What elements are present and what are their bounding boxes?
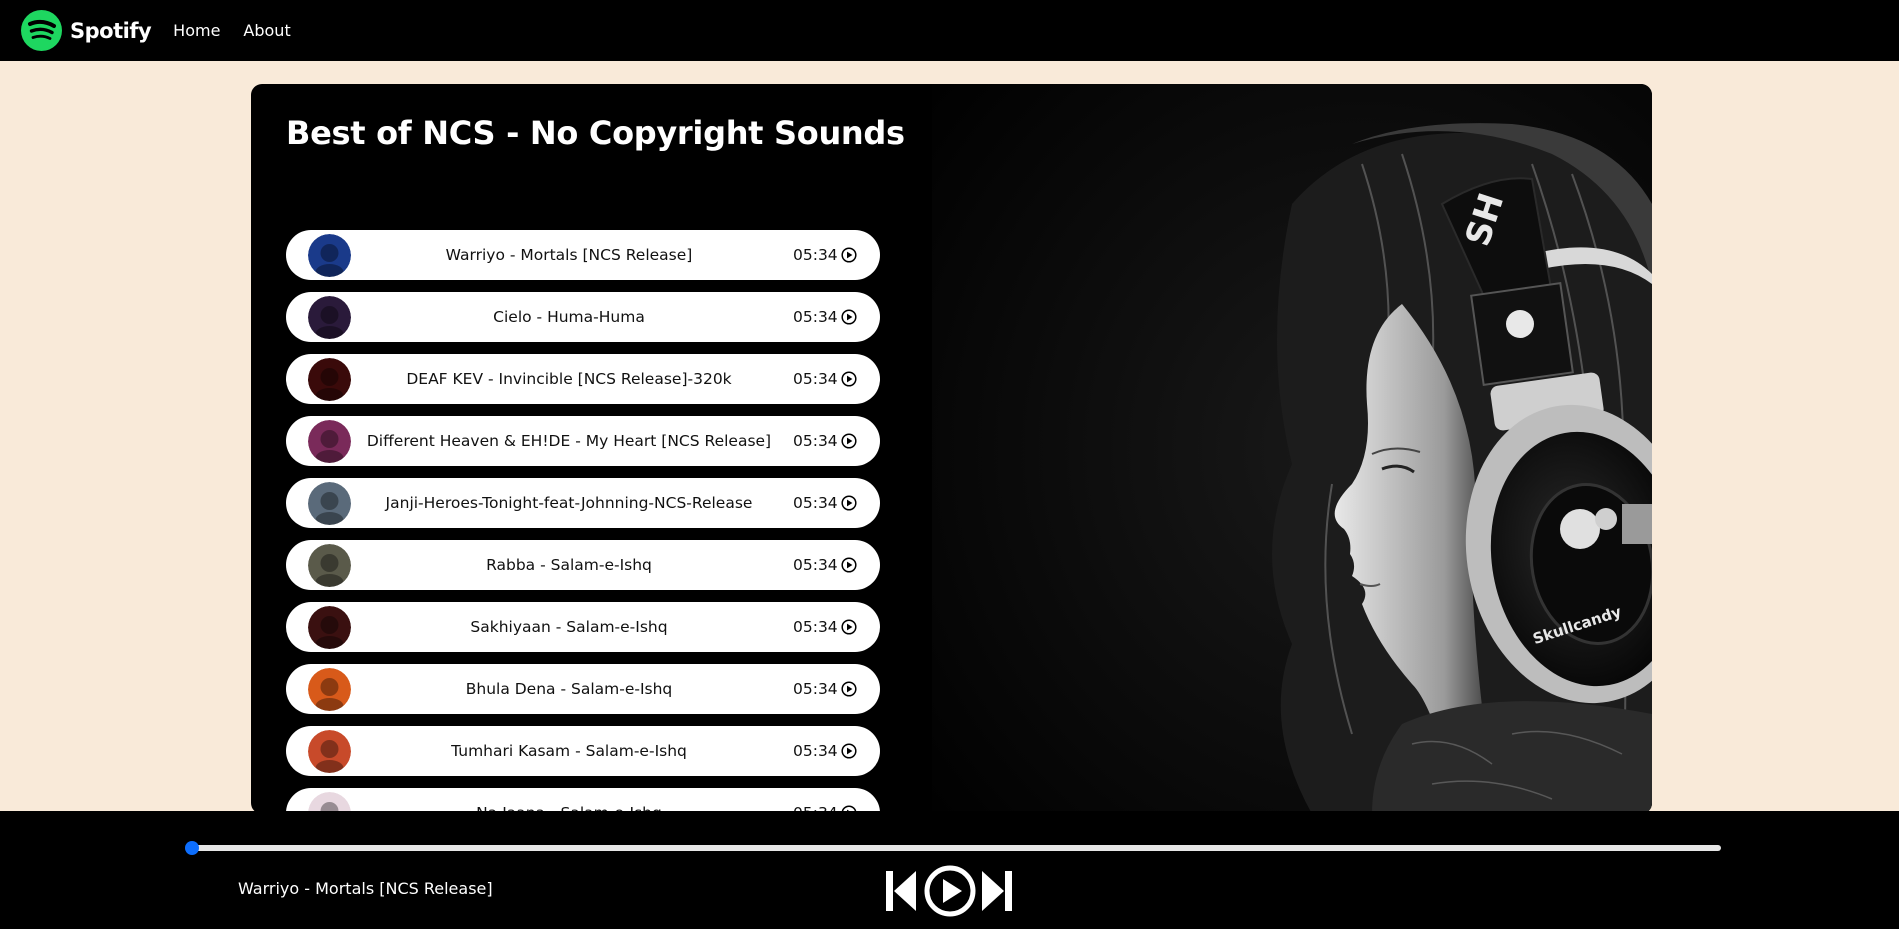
skip-previous-icon[interactable] (884, 869, 918, 913)
song-duration: 05:34 (793, 494, 838, 512)
now-playing-title: Warriyo - Mortals [NCS Release] (238, 879, 493, 898)
song-title: Bhula Dena - Salam-e-Ishq (465, 680, 673, 698)
nav-link-about[interactable]: About (243, 21, 290, 40)
song-cover-image (308, 420, 351, 463)
song-title: Rabba - Salam-e-Ishq (486, 556, 652, 574)
song-title: Different Heaven & EH!DE - My Heart [NCS… (366, 432, 772, 450)
song-duration: 05:34 (793, 680, 838, 698)
song-item[interactable]: DEAF KEV - Invincible [NCS Release]-320k… (286, 354, 880, 404)
play-circle-icon[interactable] (841, 247, 857, 263)
play-circle-icon[interactable] (841, 743, 857, 759)
song-list: Warriyo - Mortals [NCS Release] 05:34 Ciel… (286, 230, 880, 814)
song-duration: 05:34 (793, 308, 838, 326)
song-title: Janji-Heroes-Tonight-feat-Johnning-NCS-R… (385, 494, 753, 512)
playlist-title: Best of NCS - No Copyright Sounds (286, 114, 905, 152)
play-circle-icon[interactable] (841, 433, 857, 449)
play-circle-icon[interactable] (841, 371, 857, 387)
spotify-logo-icon (21, 10, 62, 51)
song-cover-image (308, 730, 351, 773)
headphones-hero-image: SH Skullcandy (932, 84, 1652, 814)
play-circle-icon[interactable] (841, 495, 857, 511)
song-cover-image (308, 482, 351, 525)
song-duration: 05:34 (793, 246, 838, 264)
song-title: Cielo - Huma-Huma (493, 308, 645, 326)
song-cover-image (308, 296, 351, 339)
song-title: Warriyo - Mortals [NCS Release] (445, 246, 693, 264)
progress-thumb[interactable] (185, 841, 199, 855)
brand[interactable]: Spotify (21, 10, 152, 51)
song-duration: 05:34 (793, 370, 838, 388)
song-item[interactable]: Warriyo - Mortals [NCS Release] 05:34 (286, 230, 880, 280)
play-circle-icon[interactable] (841, 619, 857, 635)
playback-controls (884, 864, 1014, 918)
song-cover-image (308, 668, 351, 711)
play-circle-icon[interactable] (841, 557, 857, 573)
song-item[interactable]: Bhula Dena - Salam-e-Ishq 05:34 (286, 664, 880, 714)
song-duration: 05:34 (793, 432, 838, 450)
song-duration: 05:34 (793, 618, 838, 636)
song-cover-image (308, 358, 351, 401)
song-duration: 05:34 (793, 742, 838, 760)
song-item[interactable]: Janji-Heroes-Tonight-feat-Johnning-NCS-R… (286, 478, 880, 528)
song-title: Sakhiyaan - Salam-e-Ishq (470, 618, 668, 636)
play-circle-large-icon[interactable] (923, 864, 977, 918)
brand-name: Spotify (70, 18, 152, 43)
song-cover-image (308, 234, 351, 277)
song-title: DEAF KEV - Invincible [NCS Release]-320k (406, 370, 732, 388)
playlist-card: Best of NCS - No Copyright Sounds Warriy… (251, 84, 1652, 814)
song-duration: 05:34 (793, 556, 838, 574)
song-item[interactable]: Sakhiyaan - Salam-e-Ishq 05:34 (286, 602, 880, 652)
progress-track (191, 845, 1721, 851)
nav-link-home[interactable]: Home (173, 21, 220, 40)
play-circle-icon[interactable] (841, 309, 857, 325)
skip-next-icon[interactable] (980, 869, 1014, 913)
song-item[interactable]: Cielo - Huma-Huma 05:34 (286, 292, 880, 342)
play-circle-icon[interactable] (841, 681, 857, 697)
progress-slider[interactable] (185, 841, 1721, 855)
song-cover-image (308, 544, 351, 587)
song-cover-image (308, 606, 351, 649)
song-title: Tumhari Kasam - Salam-e-Ishq (451, 742, 687, 760)
song-item[interactable]: Rabba - Salam-e-Ishq 05:34 (286, 540, 880, 590)
top-navbar: Spotify Home About (0, 0, 1899, 61)
song-item[interactable]: Tumhari Kasam - Salam-e-Ishq 05:34 (286, 726, 880, 776)
song-item[interactable]: Different Heaven & EH!DE - My Heart [NCS… (286, 416, 880, 466)
